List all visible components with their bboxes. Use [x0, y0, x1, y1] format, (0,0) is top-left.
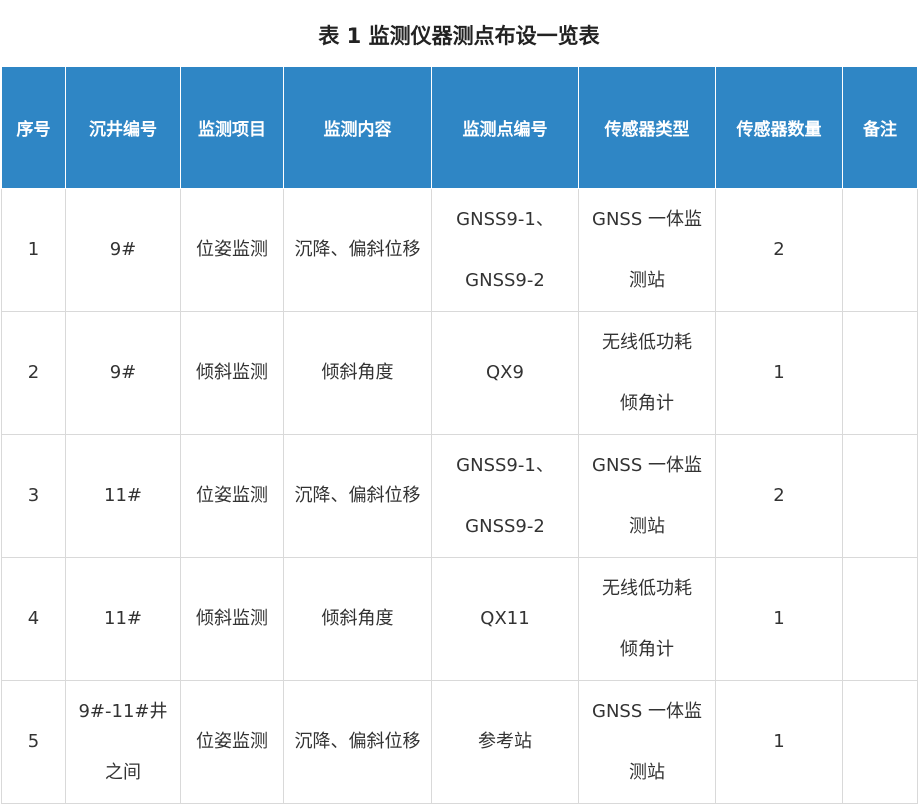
cell-sensor-line: GNSS 一体监 — [592, 701, 702, 722]
cell-sensor-line: GNSS 一体监 — [592, 209, 702, 230]
cell-content: 沉降、偏斜位移 — [283, 188, 432, 312]
cell-well: 9#-11#井 之间 — [65, 680, 181, 804]
cell-point: QX11 — [431, 557, 579, 681]
cell-sensor: GNSS 一体监 测站 — [578, 434, 716, 558]
cell-sensor: 无线低功耗 倾角计 — [578, 557, 716, 681]
cell-well-line: 9#-11#井 — [78, 701, 168, 722]
header-sensor: 传感器类型 — [578, 66, 716, 189]
cell-well-line: 9# — [109, 362, 137, 383]
cell-point: GNSS9-1、 GNSS9-2 — [431, 434, 579, 558]
cell-point-line: GNSS9-1、 — [456, 209, 554, 230]
header-well: 沉井编号 — [65, 66, 181, 189]
cell-item: 倾斜监测 — [180, 557, 284, 681]
cell-note — [842, 680, 918, 804]
cell-content: 倾斜角度 — [283, 311, 432, 435]
cell-qty: 2 — [715, 188, 843, 312]
cell-qty: 1 — [715, 311, 843, 435]
cell-point: QX9 — [431, 311, 579, 435]
cell-item: 位姿监测 — [180, 188, 284, 312]
cell-item: 倾斜监测 — [180, 311, 284, 435]
table-row: 4 11# 倾斜监测 倾斜角度 QX11 无线低功耗 倾角计 1 — [1, 557, 918, 681]
cell-sensor-line: 倾角计 — [620, 639, 674, 660]
cell-sensor: GNSS 一体监 测站 — [578, 188, 716, 312]
cell-sensor: 无线低功耗 倾角计 — [578, 311, 716, 435]
cell-no: 5 — [1, 680, 66, 804]
cell-note — [842, 434, 918, 558]
cell-no: 2 — [1, 311, 66, 435]
cell-well-line: 11# — [104, 608, 142, 629]
cell-well-line: 11# — [104, 485, 142, 506]
header-point: 监测点编号 — [431, 66, 579, 189]
cell-note — [842, 311, 918, 435]
cell-content: 沉降、偏斜位移 — [283, 680, 432, 804]
cell-content: 沉降、偏斜位移 — [283, 434, 432, 558]
cell-point-line: QX11 — [480, 608, 530, 629]
cell-qty: 2 — [715, 434, 843, 558]
header-qty: 传感器数量 — [715, 66, 843, 189]
cell-sensor-line: 测站 — [629, 762, 665, 783]
cell-sensor-line: 无线低功耗 — [602, 578, 692, 599]
cell-note — [842, 557, 918, 681]
cell-note — [842, 188, 918, 312]
cell-sensor-line: 测站 — [629, 516, 665, 537]
table-title: 表 1 监测仪器测点布设一览表 — [318, 24, 600, 48]
cell-point-line: QX9 — [486, 362, 524, 383]
cell-point-line: GNSS9-2 — [465, 516, 545, 537]
cell-item: 位姿监测 — [180, 434, 284, 558]
cell-no: 1 — [1, 188, 66, 312]
table-row: 5 9#-11#井 之间 位姿监测 沉降、偏斜位移 参考站 GNSS 一体监 测站 1 — [1, 680, 918, 804]
cell-qty: 1 — [715, 680, 843, 804]
cell-well: 9# — [65, 188, 181, 312]
cell-well-line: 9# — [109, 239, 137, 260]
table-row: 3 11# 位姿监测 沉降、偏斜位移 GNSS9-1、 GNSS9-2 GNSS 一体监 测站… — [1, 434, 918, 558]
header-row: 序号 沉井编号 监测项目 监测内容 监测点编号 传感器类型 传感器数量 备注 — [1, 66, 918, 189]
cell-well: 11# — [65, 557, 181, 681]
monitoring-table: 序号 沉井编号 监测项目 监测内容 监测点编号 传感器类型 传感器数量 备注 1… — [1, 66, 918, 804]
table-row: 2 9# 倾斜监测 倾斜角度 QX9 无线低功耗 倾角计 1 — [1, 311, 918, 435]
cell-no: 4 — [1, 557, 66, 681]
header-item: 监测项目 — [180, 66, 284, 189]
header-content: 监测内容 — [283, 66, 432, 189]
cell-well-line: 之间 — [105, 762, 141, 783]
cell-sensor-line: 倾角计 — [620, 393, 674, 414]
cell-no: 3 — [1, 434, 66, 558]
cell-point-line: 参考站 — [478, 731, 532, 752]
cell-well: 11# — [65, 434, 181, 558]
cell-well: 9# — [65, 311, 181, 435]
cell-sensor-line: 测站 — [629, 270, 665, 291]
cell-sensor: GNSS 一体监 测站 — [578, 680, 716, 804]
cell-sensor-line: 无线低功耗 — [602, 332, 692, 353]
cell-point-line: GNSS9-2 — [465, 270, 545, 291]
cell-content: 倾斜角度 — [283, 557, 432, 681]
header-note: 备注 — [842, 66, 918, 189]
cell-sensor-line: GNSS 一体监 — [592, 455, 702, 476]
cell-qty: 1 — [715, 557, 843, 681]
cell-item: 位姿监测 — [180, 680, 284, 804]
header-no: 序号 — [1, 66, 66, 189]
table-row: 1 9# 位姿监测 沉降、偏斜位移 GNSS9-1、 GNSS9-2 GNSS 一体监 测站 2 — [1, 188, 918, 312]
cell-point: 参考站 — [431, 680, 579, 804]
cell-point: GNSS9-1、 GNSS9-2 — [431, 188, 579, 312]
cell-point-line: GNSS9-1、 — [456, 455, 554, 476]
